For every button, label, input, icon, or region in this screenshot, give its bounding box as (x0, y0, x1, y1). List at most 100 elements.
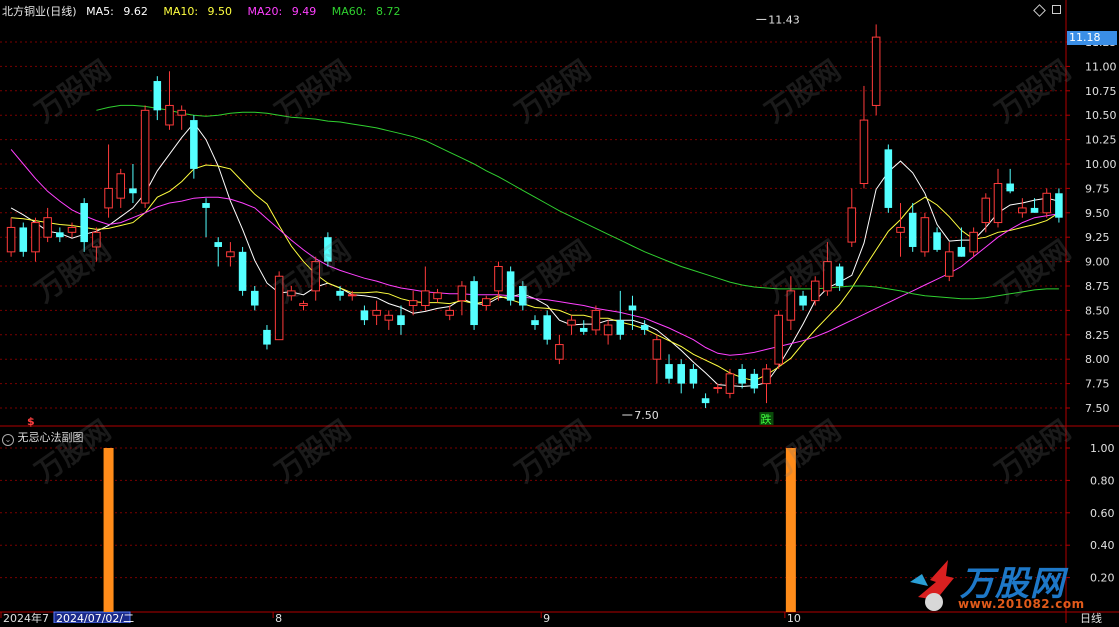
candle-body (603, 324, 613, 336)
candle-body (481, 298, 491, 307)
stock-name: 北方铜业(日线) (2, 5, 77, 18)
candle-body (908, 212, 917, 247)
gear-icon[interactable] (1052, 5, 1061, 14)
signal-bar (103, 448, 114, 612)
candle-body (762, 368, 771, 385)
candle-body (177, 109, 186, 116)
candle-body (1018, 207, 1027, 214)
candle-body (470, 281, 478, 326)
x-tick-label: 2024年7 (3, 611, 49, 623)
candle-body (677, 364, 685, 384)
ma5-label: MA5: (86, 5, 114, 18)
candle-body (372, 309, 381, 316)
candle-body (43, 217, 52, 238)
ma-line-ma5 (10, 122, 1060, 388)
candle-body (640, 325, 649, 330)
candle-body (616, 320, 625, 335)
candle-body (993, 183, 1003, 224)
candle-body (1030, 207, 1039, 213)
candle-body (1042, 192, 1052, 214)
candle-body (689, 368, 698, 384)
candle-body (384, 314, 394, 321)
candle-body (287, 290, 296, 297)
candle-body (31, 222, 40, 253)
ma60-readout: MA60: 8.72 (332, 5, 407, 18)
brand-url: www.201082.com (958, 597, 1085, 611)
candle-body (6, 226, 16, 253)
chart-header: 北方铜业(日线) MA5: 9.62 MA10: 9.50 MA20: 9.49… (2, 3, 412, 19)
price-chart[interactable]: 11.2511.0010.7510.5010.2510.009.759.509.… (0, 0, 1119, 625)
candle-body (140, 109, 150, 204)
y-tick-label: 9.00 (1085, 256, 1110, 269)
candle-body (531, 320, 539, 326)
sub-y-tick-label: 1.00 (1090, 442, 1115, 455)
y-tick-label: 8.00 (1085, 353, 1110, 366)
y-tick-label: 8.50 (1085, 304, 1110, 317)
candle-body (67, 226, 77, 233)
candle-body (519, 286, 527, 306)
ma60-value: 8.72 (375, 5, 401, 18)
candle-body (567, 319, 576, 326)
candle-body (933, 232, 941, 250)
candle-body (871, 36, 881, 106)
signal-badge-label: 跌 (760, 412, 771, 426)
candle-body (835, 266, 844, 286)
candle-body (944, 251, 954, 277)
kline-chart-stage[interactable]: 11.2511.0010.7510.5010.2510.009.759.509.… (0, 0, 1119, 625)
ma10-value: 9.50 (207, 5, 233, 18)
collapse-icon[interactable]: ⌄ (2, 434, 14, 446)
ma20-value: 9.49 (291, 5, 317, 18)
candle-body (165, 104, 174, 126)
x-tick-label: 8 (275, 612, 282, 623)
candle-body (202, 203, 210, 208)
y-tick-label: 7.50 (1085, 402, 1110, 415)
sub-y-tick-label: 0.80 (1090, 474, 1115, 487)
candle-body (738, 368, 746, 384)
y-tick-label: 11.00 (1085, 60, 1117, 73)
ma5-value: 9.62 (123, 5, 148, 18)
candle-body (226, 251, 235, 258)
candle-body (336, 290, 344, 296)
y-tick-label: 10.50 (1085, 109, 1117, 122)
candle-body (92, 231, 101, 248)
candle-body (129, 188, 137, 194)
y-tick-label: 10.25 (1085, 134, 1117, 147)
current-price-tag: 11.18 (1067, 31, 1117, 45)
candle-body (543, 315, 551, 340)
cursor-date-label: 2024/07/02/二 (56, 612, 134, 623)
y-tick-label: 9.75 (1085, 182, 1110, 195)
candle-body (397, 315, 405, 326)
candle-body (774, 314, 783, 365)
candle-body (274, 275, 284, 341)
candle-body (238, 251, 247, 291)
y-tick-label: 10.75 (1085, 85, 1117, 98)
x-tick-label: 9 (543, 612, 550, 623)
ma5-readout: MA5: 9.62 (86, 5, 154, 18)
candle-body (652, 339, 662, 360)
candle-body (408, 300, 418, 307)
candle-body (506, 271, 515, 301)
price-annotation: 7.50 (634, 409, 659, 422)
candle-body (969, 231, 978, 253)
candle-body (859, 119, 869, 185)
candle-body (823, 261, 832, 292)
candle-body (116, 173, 126, 199)
candle-body (884, 149, 893, 208)
candle-body (80, 203, 88, 243)
ma20-label: MA20: (247, 5, 283, 18)
candle-body (628, 305, 637, 311)
y-tick-label: 9.50 (1085, 207, 1110, 220)
y-tick-label: 10.00 (1085, 158, 1117, 171)
candle-body (433, 292, 442, 300)
candle-body (591, 309, 601, 331)
candle-body (1055, 193, 1063, 218)
candle-body (1006, 183, 1014, 192)
y-tick-label: 8.25 (1085, 329, 1110, 342)
candle-body (555, 344, 564, 360)
x-tick-label: 10 (787, 612, 801, 623)
candle-body (494, 265, 503, 292)
candle-body (957, 246, 966, 257)
candle-body (190, 120, 198, 169)
candle-body (214, 242, 222, 247)
candle-body (311, 261, 320, 292)
